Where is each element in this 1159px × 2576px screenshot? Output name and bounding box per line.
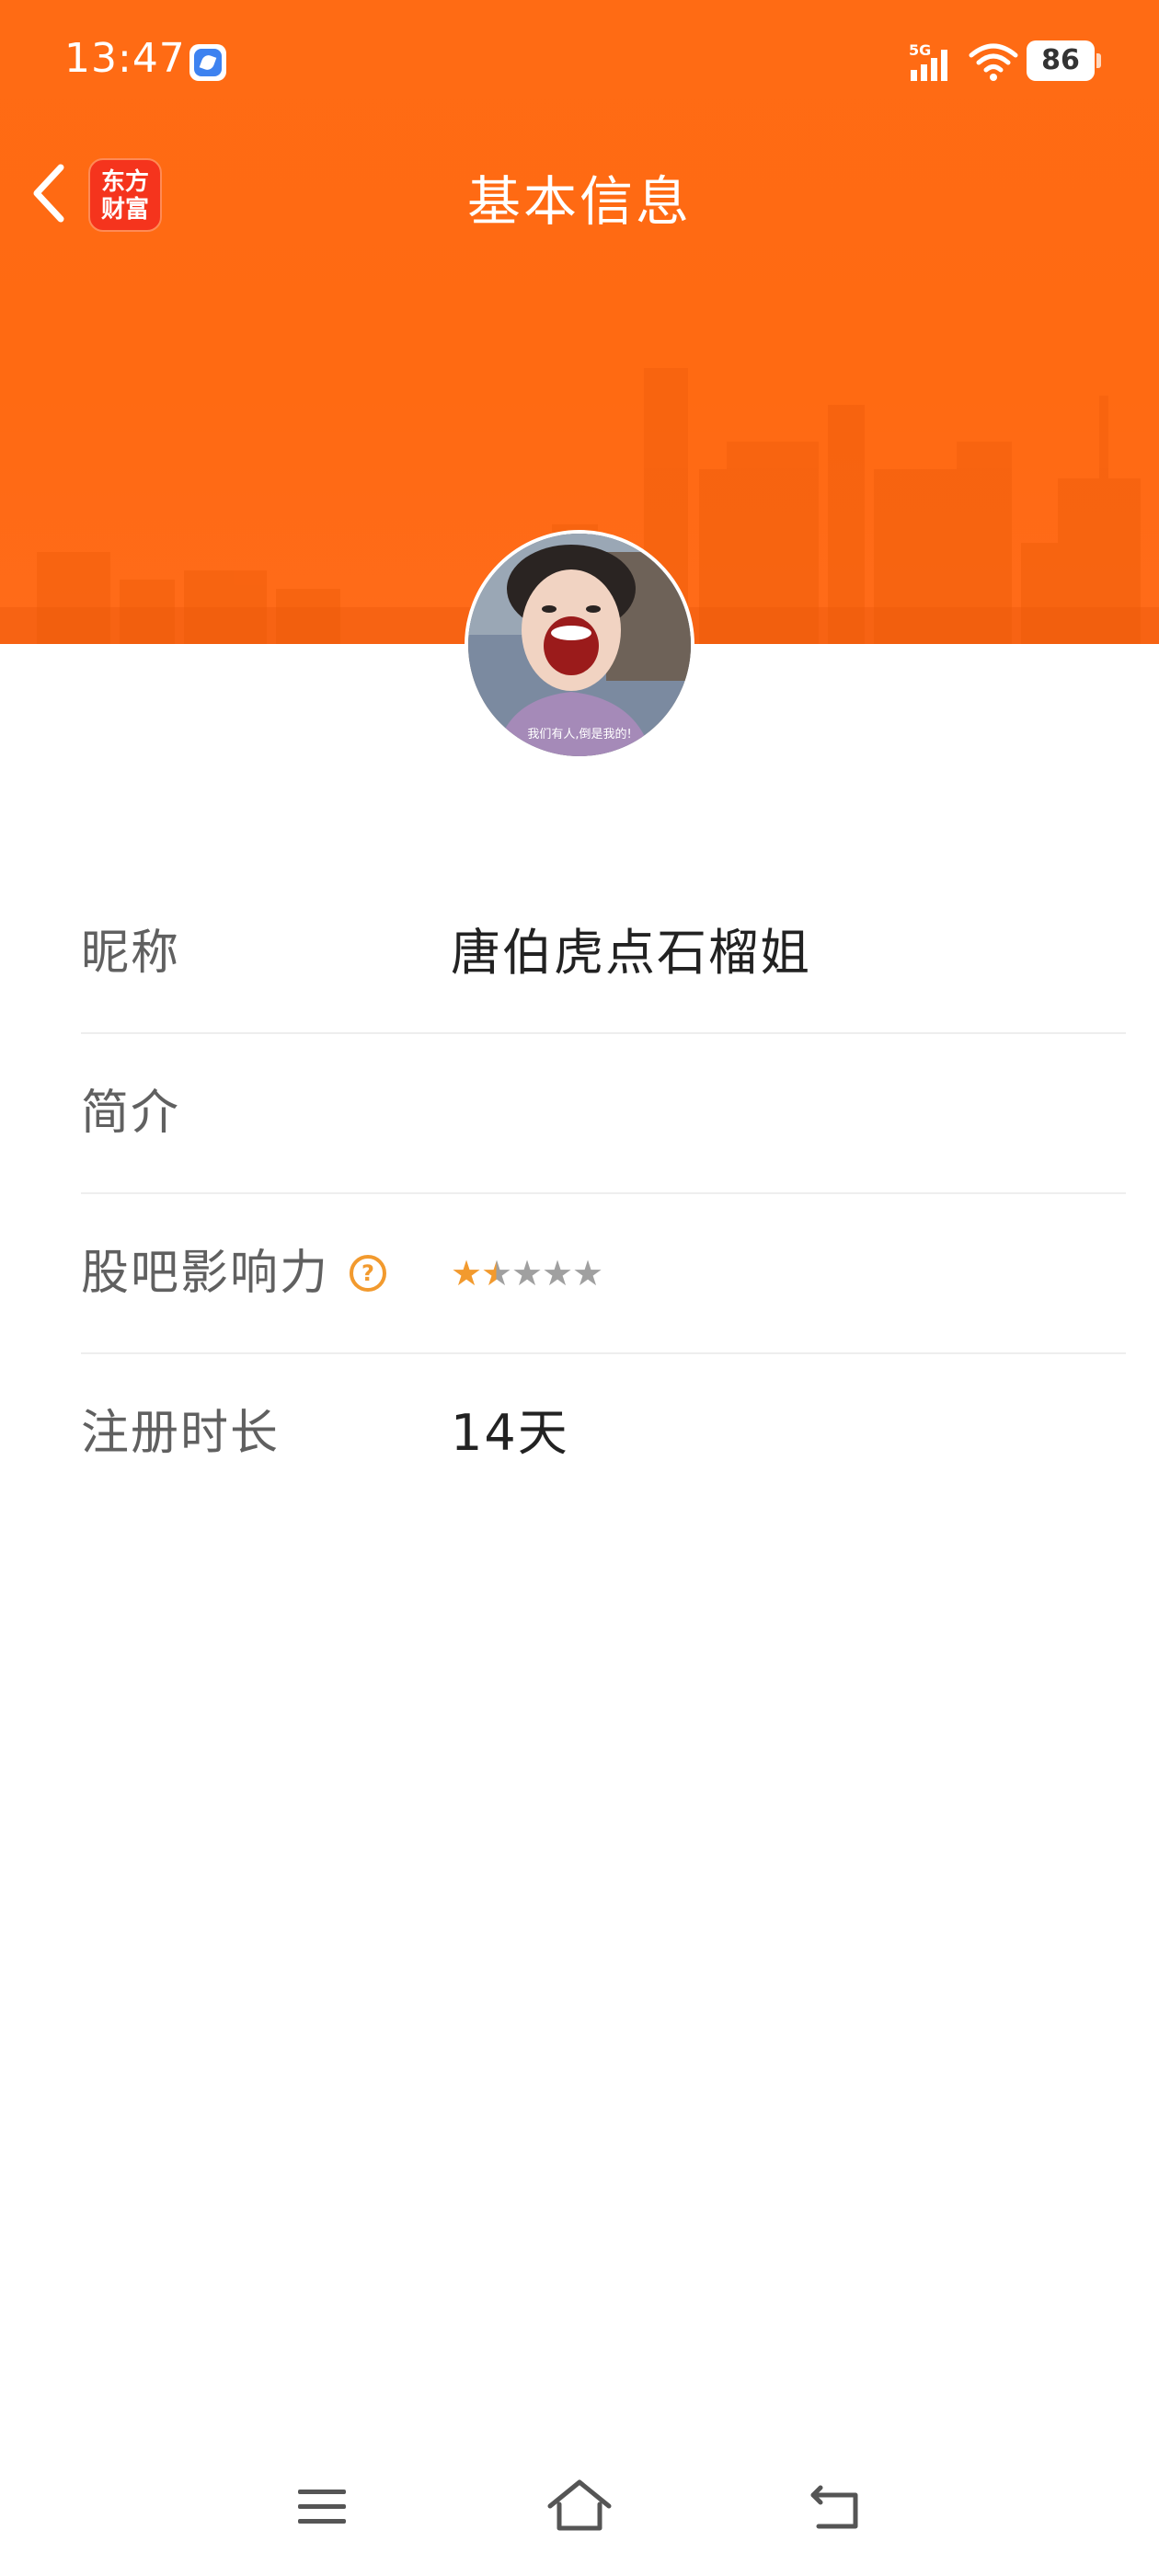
rating-star-icon: ★ (481, 1253, 513, 1294)
question-mark-icon[interactable]: ? (350, 1255, 386, 1292)
influence-label: 股吧影响力 (81, 1246, 330, 1301)
rating-star-icon: ★ (572, 1253, 604, 1294)
nickname-row[interactable]: 昵称 唐伯虎点石榴姐 (81, 874, 1126, 1034)
influence-row: 股吧影响力 ? ★ ★ ★ ★ ★ (81, 1194, 1126, 1354)
status-bar: 13:47 5G 86 (0, 0, 1159, 124)
rating-star-icon: ★ (542, 1253, 574, 1294)
menu-icon[interactable] (285, 2475, 359, 2539)
battery-icon: 86 (1027, 40, 1101, 81)
nickname-label: 昵称 (81, 926, 181, 981)
notification-app-icon (189, 44, 226, 81)
intro-label: 简介 (81, 1086, 181, 1141)
rating-star-icon: ★ (451, 1253, 483, 1294)
influence-rating-stars: ★ ★ ★ ★ ★ (451, 1253, 604, 1294)
nickname-value: 唐伯虎点石榴姐 (451, 924, 811, 982)
wifi-icon (969, 43, 1018, 81)
back-nav-icon[interactable] (800, 2475, 874, 2539)
cellular-signal-icon: 5G (909, 41, 947, 81)
system-navigation-bar (0, 2447, 1159, 2567)
page-title: 基本信息 (466, 170, 692, 233)
profile-info-list: 昵称 唐伯虎点石榴姐 简介 股吧影响力 ? ★ ★ ★ ★ ★ 注册时长 14天 (81, 874, 1126, 1514)
status-time: 13:47 (64, 35, 186, 82)
battery-level: 86 (1041, 44, 1080, 76)
avatar-image: 我们有人,倒是我的! (468, 534, 691, 756)
avatar[interactable]: 我们有人,倒是我的! (465, 530, 694, 760)
network-type-label: 5G (909, 41, 931, 59)
registration-label: 注册时长 (81, 1406, 281, 1461)
registration-value: 14天 (451, 1404, 569, 1462)
avatar-caption: 我们有人,倒是我的! (527, 727, 631, 742)
registration-row: 注册时长 14天 (81, 1354, 1126, 1514)
rating-star-icon: ★ (511, 1253, 544, 1294)
intro-row[interactable]: 简介 (81, 1034, 1126, 1194)
home-icon[interactable] (543, 2475, 616, 2539)
